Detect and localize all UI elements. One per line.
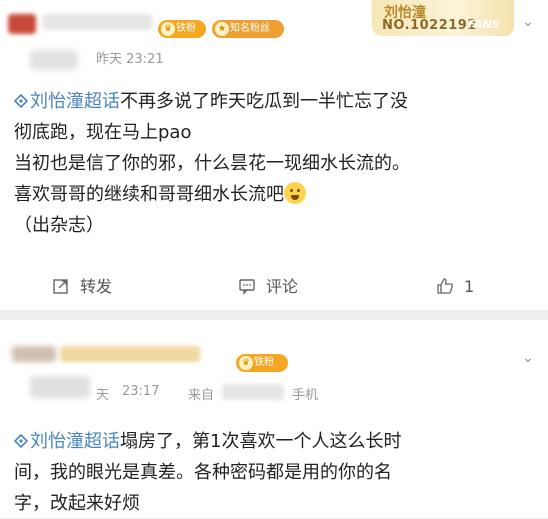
shocked-emoji-icon: [284, 182, 306, 204]
comment-icon: [239, 279, 255, 295]
thumbs-up-icon: [437, 278, 453, 294]
avatar-blur-region: [30, 50, 78, 70]
comment-label: 评论: [266, 277, 299, 296]
post-line-2: 间，我的眼光是真差。各种密码都是用的你的名: [14, 462, 392, 483]
crown-icon: ♛: [161, 22, 175, 36]
iron-fan-badge-label: 铁粉: [176, 23, 196, 34]
username-blurred[interactable]: [60, 346, 200, 362]
post-line-5: （出杂志）: [14, 215, 104, 236]
post-source-device: 手机: [292, 388, 319, 403]
post-time-prefix: 天: [96, 388, 110, 403]
fans-card-word: FANS: [468, 18, 500, 31]
chevron-down-icon[interactable]: ⌄: [518, 12, 538, 32]
post-line-1: 不再多说了昨天吃瓜到一半忙忘了没: [120, 91, 408, 112]
post-line-4: 喜欢哥哥的继续和哥哥细水长流吧: [14, 184, 284, 205]
post-time: 昨天 23:21: [96, 52, 164, 67]
avatar[interactable]: [12, 346, 56, 362]
fans-card[interactable]: 刘怡潼 NO.1022192 FANS: [372, 0, 514, 36]
device-blurred: [222, 384, 284, 400]
avatar[interactable]: [8, 14, 36, 34]
post-body: 刘怡潼超话不再多说了昨天吃瓜到一半忙忘了没 彻底跑，现在马上pao 当初也是信了…: [14, 86, 534, 241]
post-line-1: 塌房了，第1次喜欢一个人这么长时: [120, 431, 402, 452]
super-topic-icon: [14, 434, 28, 448]
iron-fan-badge: ♛ 铁粉: [158, 20, 206, 38]
iron-fan-badge-label: 铁粉: [254, 357, 274, 368]
like-button[interactable]: 1: [436, 270, 474, 304]
repost-icon: [53, 279, 68, 294]
iron-fan-badge: ♛ 铁粉: [236, 354, 288, 372]
fans-card-number: NO.1022192: [382, 18, 477, 33]
repost-button[interactable]: 转发: [52, 270, 112, 304]
crown-icon: ♛: [239, 356, 253, 370]
super-topic-icon: [14, 94, 28, 108]
post-line-3: 字，改起来好烦: [14, 493, 140, 514]
famous-fan-badge-label: 知名粉丝: [230, 23, 270, 34]
avatar-blur-region: [30, 376, 90, 398]
action-bar: 转发 评论 1: [0, 270, 548, 304]
super-topic-link[interactable]: 刘怡潼超话: [30, 91, 120, 112]
famous-fan-badge: ★ 知名粉丝: [212, 20, 284, 38]
post-body: 刘怡潼超话塌房了，第1次喜欢一个人这么长时 间，我的眼光是真差。各种密码都是用的…: [14, 426, 534, 519]
post-card-1: ♛ 铁粉 ★ 知名粉丝 刘怡潼 NO.1022192 FANS ⌄ 昨天 23:…: [0, 0, 548, 310]
post-line-2: 彻底跑，现在马上pao: [14, 122, 192, 143]
username-blurred[interactable]: [42, 14, 152, 30]
chevron-down-icon[interactable]: ⌄: [518, 348, 538, 368]
post-source-prefix: 来自: [188, 388, 215, 403]
repost-label: 转发: [80, 277, 113, 296]
post-line-3: 当初也是信了你的邪，什么昙花一现细水长流的。: [14, 153, 410, 174]
post-time: 23:17: [122, 384, 160, 399]
medal-icon: ★: [215, 22, 229, 36]
comment-button[interactable]: 评论: [238, 270, 298, 304]
like-count: 1: [464, 277, 475, 296]
post-card-2: ♛ 铁粉 ⌄ 天 23:17 来自 手机 刘怡潼超话塌房了，第1次喜欢一个人这么…: [0, 320, 548, 518]
super-topic-link[interactable]: 刘怡潼超话: [30, 431, 120, 452]
